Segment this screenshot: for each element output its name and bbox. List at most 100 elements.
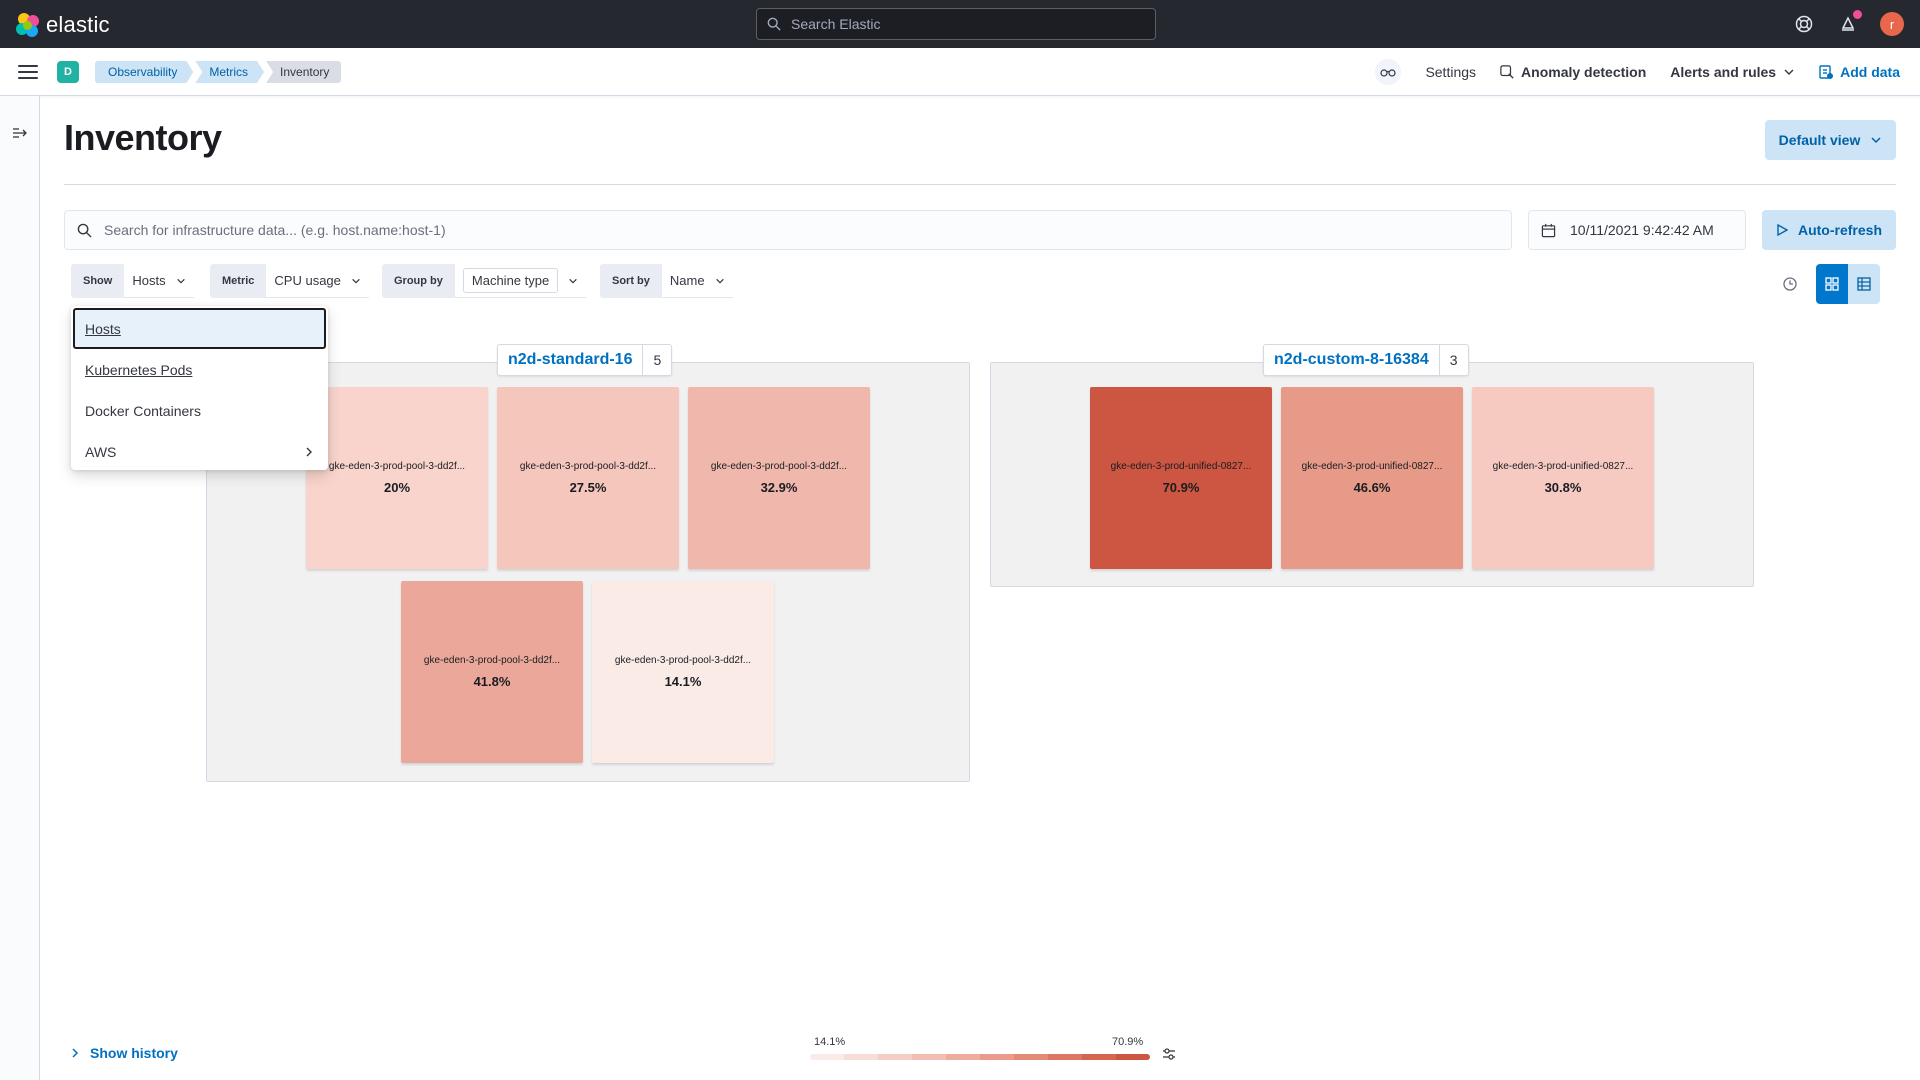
space-avatar[interactable]: D bbox=[57, 61, 79, 83]
date-picker[interactable]: 10/11/2021 9:42:42 AM bbox=[1528, 210, 1746, 250]
alerts-and-rules-menu[interactable]: Alerts and rules bbox=[1670, 64, 1795, 80]
legend-max: 70.9% bbox=[1112, 1036, 1144, 1048]
news-feed-icon[interactable] bbox=[1836, 10, 1862, 36]
metric-control[interactable]: Metric CPU usage bbox=[210, 264, 369, 298]
host-value: 32.9% bbox=[760, 480, 798, 495]
host-value: 30.8% bbox=[1544, 480, 1582, 495]
menu-icon[interactable] bbox=[18, 62, 38, 82]
group-by-value: Machine type bbox=[462, 268, 559, 293]
anomaly-detection-label: Anomaly detection bbox=[1521, 64, 1647, 80]
color-legend: 14.1% 70.9% bbox=[810, 1034, 1150, 1064]
legend-min: 14.1% bbox=[814, 1036, 846, 1048]
dropdown-item-label: Docker Containers bbox=[85, 402, 201, 419]
chevron-down-icon bbox=[1871, 137, 1881, 144]
host-value: 70.9% bbox=[1162, 480, 1200, 495]
infrastructure-search-input[interactable]: Search for infrastructure data... (e.g. … bbox=[64, 210, 1512, 250]
settings-link[interactable]: Settings bbox=[1425, 64, 1476, 80]
user-avatar[interactable]: r bbox=[1880, 12, 1904, 36]
infrastructure-search-placeholder: Search for infrastructure data... (e.g. … bbox=[104, 222, 446, 238]
anomaly-icon bbox=[1500, 65, 1514, 79]
breadcrumb-observability[interactable]: Observability bbox=[95, 61, 193, 83]
host-name: gke-eden-3-prod-unified-0827... bbox=[1110, 461, 1252, 472]
elastic-logo-icon bbox=[16, 13, 40, 37]
add-data-link[interactable]: Add data bbox=[1819, 64, 1900, 80]
glasses-icon[interactable] bbox=[1375, 59, 1402, 85]
map-view-button[interactable] bbox=[1816, 264, 1848, 304]
host-value: 46.6% bbox=[1353, 480, 1391, 495]
host-name: gke-eden-3-prod-pool-3-dd2f... bbox=[710, 461, 848, 472]
host-value: 41.8% bbox=[473, 674, 511, 689]
host-node[interactable]: gke-eden-3-prod-pool-3-dd2f... 14.1% bbox=[592, 581, 774, 763]
legend-swatch bbox=[980, 1054, 1014, 1060]
show-control[interactable]: Show Hosts bbox=[71, 264, 194, 298]
legend-controls-icon[interactable] bbox=[1162, 1047, 1176, 1065]
notification-dot bbox=[1853, 10, 1862, 19]
group-label-n2d-standard-16[interactable]: n2d-standard-16 5 bbox=[497, 344, 673, 376]
legend-swatch bbox=[946, 1054, 980, 1060]
host-name: gke-eden-3-prod-pool-3-dd2f... bbox=[614, 655, 752, 666]
dropdown-item-aws[interactable]: AWS bbox=[73, 431, 326, 472]
dropdown-item-label: Kubernetes Pods bbox=[85, 361, 193, 378]
show-value: Hosts bbox=[132, 273, 166, 288]
alerts-and-rules-label: Alerts and rules bbox=[1670, 64, 1777, 80]
global-search-input[interactable]: Search Elastic bbox=[756, 8, 1156, 40]
host-node[interactable]: gke-eden-3-prod-pool-3-dd2f... 32.9% bbox=[688, 387, 870, 569]
chevron-down-icon bbox=[352, 278, 360, 284]
dropdown-item-kubernetes-pods[interactable]: Kubernetes Pods bbox=[73, 349, 326, 390]
host-name: gke-eden-3-prod-pool-3-dd2f... bbox=[423, 655, 561, 666]
group-label-n2d-custom-8-16384[interactable]: n2d-custom-8-16384 3 bbox=[1263, 344, 1469, 376]
sort-by-select[interactable]: Name bbox=[661, 264, 733, 298]
table-view-button[interactable] bbox=[1848, 264, 1880, 304]
table-icon bbox=[1857, 277, 1871, 291]
breadcrumb-metrics[interactable]: Metrics bbox=[195, 61, 264, 83]
auto-refresh-label: Auto-refresh bbox=[1797, 222, 1882, 238]
search-icon bbox=[767, 17, 781, 31]
play-icon bbox=[1777, 224, 1788, 236]
legend-swatch bbox=[1014, 1054, 1048, 1060]
breadcrumb: Observability Metrics Inventory bbox=[95, 61, 343, 83]
dropdown-item-hosts[interactable]: Hosts bbox=[73, 308, 326, 349]
help-icon[interactable] bbox=[1792, 12, 1816, 36]
metric-value: CPU usage bbox=[274, 273, 341, 288]
chevron-right-icon bbox=[72, 1048, 79, 1058]
host-value: 20% bbox=[383, 480, 411, 495]
host-node[interactable]: gke-eden-3-prod-pool-3-dd2f... 27.5% bbox=[497, 387, 679, 569]
host-node[interactable]: gke-eden-3-prod-unified-0827... 46.6% bbox=[1281, 387, 1463, 569]
group-by-select[interactable]: Machine type bbox=[454, 264, 587, 298]
brand-name: elastic bbox=[46, 12, 110, 37]
legend-swatch bbox=[1082, 1054, 1116, 1060]
legend-swatch bbox=[844, 1054, 878, 1060]
host-node[interactable]: gke-eden-3-prod-pool-3-dd2f... 41.8% bbox=[401, 581, 583, 763]
host-value: 27.5% bbox=[569, 480, 607, 495]
metric-select[interactable]: CPU usage bbox=[266, 264, 369, 298]
show-dropdown-menu: Hosts Kubernetes Pods Docker Containers … bbox=[71, 306, 328, 470]
date-value: 10/11/2021 9:42:42 AM bbox=[1570, 222, 1714, 238]
sort-by-value: Name bbox=[669, 273, 705, 288]
host-node[interactable]: gke-eden-3-prod-unified-0827... 30.8% bbox=[1472, 387, 1654, 569]
default-view-button[interactable]: Default view bbox=[1765, 120, 1896, 160]
sort-by-control[interactable]: Sort by Name bbox=[600, 264, 733, 298]
elastic-logo[interactable]: elastic bbox=[16, 12, 110, 38]
show-select[interactable]: Hosts bbox=[124, 264, 194, 298]
group-by-control[interactable]: Group by Machine type bbox=[382, 264, 587, 298]
clock-icon[interactable] bbox=[1778, 272, 1802, 296]
anomaly-detection-link[interactable]: Anomaly detection bbox=[1500, 64, 1646, 80]
host-name: gke-eden-3-prod-unified-0827... bbox=[1492, 461, 1634, 472]
chevron-down-icon bbox=[715, 278, 724, 284]
host-node[interactable]: gke-eden-3-prod-unified-0827... 70.9% bbox=[1090, 387, 1272, 569]
expand-nav-icon[interactable] bbox=[12, 126, 28, 144]
host-name: gke-eden-3-prod-unified-0827... bbox=[1301, 461, 1443, 472]
dropdown-item-docker-containers[interactable]: Docker Containers bbox=[73, 390, 326, 431]
host-node[interactable]: gke-eden-3-prod-pool-3-dd2f... 20% bbox=[306, 387, 488, 569]
group-name: n2d-custom-8-16384 bbox=[1274, 351, 1429, 368]
group-count: 3 bbox=[1438, 345, 1468, 375]
page-title: Inventory bbox=[64, 117, 222, 158]
auto-refresh-button[interactable]: Auto-refresh bbox=[1762, 210, 1896, 250]
legend-swatch bbox=[1048, 1054, 1082, 1060]
sort-by-label: Sort by bbox=[600, 264, 662, 298]
chevron-right-icon bbox=[306, 447, 312, 456]
legend-swatch bbox=[1116, 1054, 1150, 1060]
top-header: elastic Search Elastic r bbox=[0, 0, 1920, 48]
show-history-button[interactable]: Show history bbox=[70, 1045, 178, 1061]
legend-gradient bbox=[810, 1054, 1150, 1060]
